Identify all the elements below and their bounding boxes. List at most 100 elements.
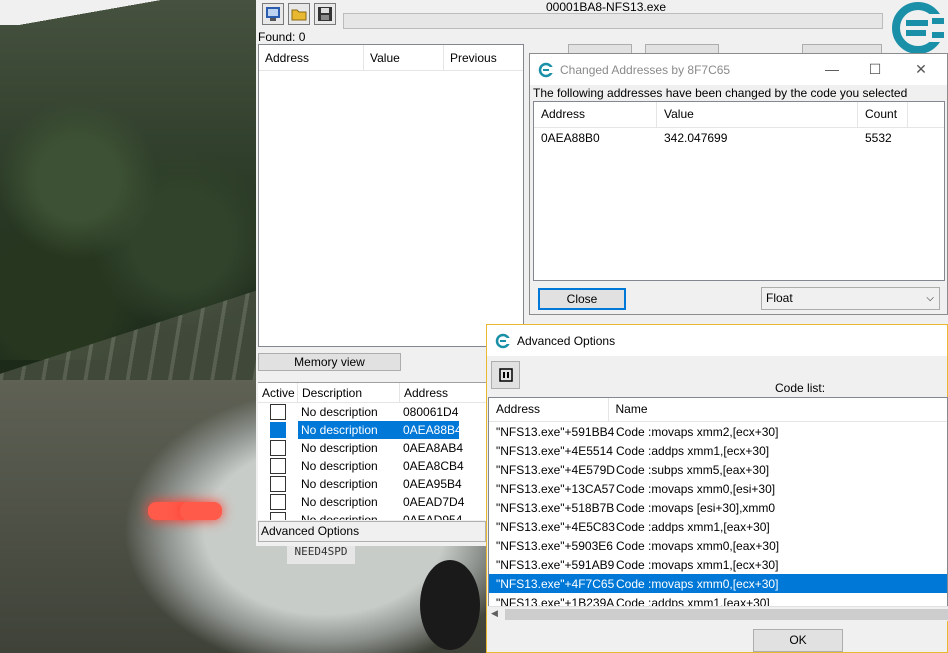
code-address: "NFS13.exe"+5903E6: [496, 538, 613, 553]
row-address: 0AEAD7D4: [403, 495, 465, 509]
ok-button[interactable]: OK: [753, 629, 843, 652]
code-row[interactable]: "NFS13.exe"+5903E6 Code :movaps xmm0,[eax…: [489, 536, 947, 555]
code-name: Code :movaps xmm2,[ecx+30]: [616, 424, 779, 439]
code-list-label: Code list:: [775, 381, 826, 395]
save-icon: [318, 7, 332, 21]
code-name: Code :movaps xmm0,[eax+30]: [616, 538, 780, 553]
code-row[interactable]: "NFS13.exe"+13CA57 Code :movaps xmm0,[esi…: [489, 479, 947, 498]
process-select-icon: [266, 7, 280, 21]
row-description: No description: [301, 513, 378, 520]
row-address: 0AEA8CB4: [403, 459, 464, 473]
code-address: "NFS13.exe"+591BB4: [496, 424, 615, 439]
close-icon[interactable]: ✕: [914, 62, 928, 76]
code-name: Code :addps xmm1,[ecx+30]: [616, 443, 770, 458]
code-name: Code :subps xmm5,[eax+30]: [616, 462, 770, 477]
column-active[interactable]: Active: [258, 383, 298, 402]
column-address[interactable]: Address: [400, 383, 480, 402]
code-name: Code :movaps xmm0,[ecx+30]: [616, 576, 779, 591]
code-name: Code :movaps xmm1,[ecx+30]: [616, 557, 779, 572]
open-file-button[interactable]: [288, 3, 310, 25]
horizontal-scrollbar[interactable]: ◀: [488, 606, 948, 621]
active-checkbox[interactable]: [270, 494, 286, 510]
open-folder-icon: [291, 9, 307, 21]
code-row[interactable]: "NFS13.exe"+591AB9 Code :movaps xmm1,[ecx…: [489, 555, 947, 574]
code-address: "NFS13.exe"+4E579D: [496, 462, 615, 477]
advanced-options-window: Advanced Options Code list: Address Name…: [486, 324, 948, 653]
cheat-engine-logo-icon: [495, 333, 511, 348]
pause-icon: [498, 368, 513, 382]
code-name: Code :movaps [esi+30],xmm0: [616, 500, 776, 515]
active-checkbox[interactable]: [270, 404, 286, 420]
code-row[interactable]: "NFS13.exe"+591BB4 Code :movaps xmm2,[ecx…: [489, 422, 947, 441]
value-type-selected: Float: [766, 291, 793, 305]
row-address: 080061D4: [403, 405, 459, 419]
row-description: No description: [301, 405, 378, 419]
code-row[interactable]: "NFS13.exe"+4E579D Code :subps xmm5,[eax+…: [489, 460, 947, 479]
process-title: 00001BA8-NFS13.exe: [546, 0, 667, 14]
dialog-title: Advanced Options: [517, 333, 616, 348]
code-address: "NFS13.exe"+591AB9: [496, 557, 615, 572]
scroll-left-icon[interactable]: ◀: [491, 608, 498, 619]
save-button[interactable]: [314, 3, 336, 25]
column-name[interactable]: Name: [609, 398, 947, 421]
advanced-options-bar[interactable]: Advanced Options: [258, 521, 486, 542]
active-checkbox[interactable]: [270, 512, 286, 520]
code-address: "NFS13.exe"+518B7B: [496, 500, 615, 515]
row-address: 0AEAD954: [403, 513, 463, 520]
code-row-selected[interactable]: "NFS13.exe"+4F7C65 Code :movaps xmm0,[ecx…: [489, 574, 947, 593]
cheat-engine-logo-icon[interactable]: [888, 0, 948, 56]
column-previous[interactable]: Previous: [444, 45, 523, 70]
cell-address: 0AEA88B0: [541, 131, 600, 145]
scan-results-list[interactable]: Address Value Previous: [258, 44, 524, 347]
minimize-icon[interactable]: —: [825, 62, 839, 76]
active-checkbox[interactable]: [270, 458, 286, 474]
column-value[interactable]: Value: [364, 45, 444, 70]
column-address[interactable]: Address: [489, 398, 609, 421]
code-address: "NFS13.exe"+4F7C65: [496, 576, 615, 591]
row-description: No description: [301, 495, 378, 509]
table-row[interactable]: 0AEA88B0 342.047699 5532: [534, 128, 944, 148]
code-name: Code :movaps xmm0,[esi+30]: [616, 481, 776, 496]
row-description: No description: [301, 477, 378, 491]
row-address: 0AEA8AB4: [403, 441, 464, 455]
cheat-engine-logo-icon: [538, 62, 554, 77]
changed-addresses-dialog: Changed Addresses by 8F7C65 — ☐ ✕ The fo…: [529, 53, 948, 315]
code-row[interactable]: "NFS13.exe"+4E5C83 Code :addps xmm1,[eax+…: [489, 517, 947, 536]
value-type-select[interactable]: Float ⌵: [761, 287, 940, 310]
code-address: "NFS13.exe"+4E5C83: [496, 519, 615, 534]
column-description[interactable]: Description: [298, 383, 400, 402]
cell-value: 342.047699: [664, 131, 728, 145]
row-description: No description: [301, 459, 378, 473]
found-count: Found: 0: [258, 30, 306, 44]
active-checkbox[interactable]: [270, 440, 286, 456]
row-description: No description: [301, 441, 378, 455]
maximize-icon[interactable]: ☐: [868, 62, 882, 76]
column-value[interactable]: Value: [657, 102, 858, 127]
chevron-down-icon: ⌵: [926, 293, 934, 304]
column-address[interactable]: Address: [534, 102, 657, 127]
process-select-button[interactable]: [262, 3, 284, 25]
changed-addresses-table[interactable]: Address Value Count 0AEA88B0 342.047699 …: [533, 101, 945, 281]
memory-view-button[interactable]: Memory view: [258, 353, 401, 371]
close-button[interactable]: Close: [538, 288, 626, 310]
code-row[interactable]: "NFS13.exe"+518B7B Code :movaps [esi+30],…: [489, 498, 947, 517]
code-address: "NFS13.exe"+13CA57: [496, 481, 615, 496]
active-checkbox[interactable]: [270, 476, 286, 492]
scan-progress-bar: [343, 13, 883, 29]
cell-count: 5532: [865, 131, 892, 145]
pause-button[interactable]: [491, 361, 520, 389]
dialog-description: The following addresses have been change…: [533, 86, 908, 100]
row-address: 0AEA95B4: [403, 477, 462, 491]
row-description: No description: [298, 421, 400, 439]
column-count[interactable]: Count: [858, 102, 908, 127]
dialog-title: Changed Addresses by 8F7C65: [560, 62, 731, 77]
code-list[interactable]: Address Name "NFS13.exe"+591BB4 Code :mov…: [488, 397, 948, 621]
dialog-title-bar[interactable]: Advanced Options: [487, 325, 947, 356]
dialog-title-bar[interactable]: Changed Addresses by 8F7C65 — ☐ ✕: [530, 54, 947, 85]
column-address[interactable]: Address: [259, 45, 364, 70]
code-row[interactable]: "NFS13.exe"+4E5514 Code :addps xmm1,[ecx+…: [489, 441, 947, 460]
scrollbar-thumb[interactable]: [505, 609, 948, 620]
code-address: "NFS13.exe"+4E5514: [496, 443, 613, 458]
active-checkbox[interactable]: [270, 422, 286, 438]
row-address: 0AEA88B4: [400, 421, 462, 439]
